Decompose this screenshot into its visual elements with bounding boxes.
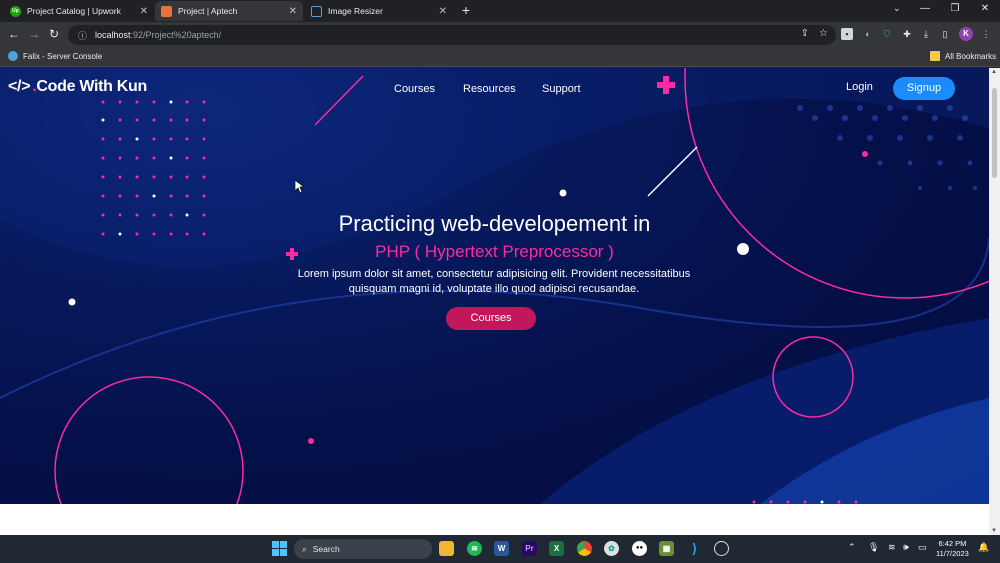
hero-paragraph: Lorem ipsum dolor sit amet, consectetur … xyxy=(297,268,691,295)
site-logo[interactable]: </> . Code With Kun xyxy=(8,78,147,96)
search-icon: ⌕ xyxy=(302,543,307,554)
tab-image-resizer[interactable]: Image Resizer ✕ xyxy=(305,1,453,21)
chatgpt-icon[interactable]: ✿ xyxy=(604,541,619,556)
resizer-icon xyxy=(311,5,322,17)
nav-link-support[interactable]: Support xyxy=(542,83,581,95)
share-icon[interactable]: ⇪ xyxy=(801,28,809,39)
close-icon[interactable]: ✕ xyxy=(289,6,297,17)
microphone-icon[interactable]: 🎙 xyxy=(868,542,879,553)
bookmark-star-icon[interactable]: ☆ xyxy=(819,28,828,39)
shield-icon[interactable]: ⛉ xyxy=(881,28,893,40)
nav-courses[interactable]: Courses xyxy=(394,83,435,95)
reload-icon[interactable]: ↻ xyxy=(46,26,62,42)
scrollbar-thumb[interactable] xyxy=(992,88,997,178)
show-hidden-icons[interactable]: ⌃ xyxy=(848,542,856,553)
vertical-scrollbar[interactable]: ▲ ▼ xyxy=(989,68,1000,535)
profile-avatar[interactable]: K xyxy=(959,27,973,41)
wifi-icon[interactable]: ≋ xyxy=(888,542,896,553)
tab-label: Project Catalog | Upwork xyxy=(27,6,121,16)
forward-icon[interactable]: → xyxy=(26,26,42,42)
page-lower-section xyxy=(0,504,989,535)
tab-strip: Up Project Catalog | Upwork ✕ Project | … xyxy=(0,0,1000,22)
audio-icon[interactable]: ◖ xyxy=(861,28,873,40)
taskbar-clock[interactable]: 6:42 PM 11/7/2023 xyxy=(936,539,969,559)
tab-label: Image Resizer xyxy=(328,6,383,16)
courses-cta-button[interactable]: Courses xyxy=(446,307,536,330)
all-bookmarks-label: All Bookmarks xyxy=(945,51,997,61)
tab-search-icon[interactable]: ⌄ xyxy=(893,3,901,14)
site-info-icon[interactable]: ⓘ xyxy=(78,29,87,42)
notification-icon[interactable]: 🔔 xyxy=(978,542,989,553)
bookmark-label: Falix - Server Console xyxy=(23,51,103,61)
window-close-icon[interactable]: ✕ xyxy=(970,0,1000,20)
scroll-down-icon[interactable]: ▼ xyxy=(991,528,997,534)
hero-title: Practicing web-developement in xyxy=(338,211,651,236)
folder-icon xyxy=(930,51,940,61)
close-icon[interactable]: ✕ xyxy=(140,6,148,17)
windows-start-icon[interactable] xyxy=(272,541,287,556)
url-path: :92/Project%20aptech/ xyxy=(130,30,222,40)
taskbar-search-label: Search xyxy=(312,544,340,554)
chrome-icon[interactable] xyxy=(577,541,592,556)
hero-subtitle: PHP ( Hypertext Preprocessor ) xyxy=(375,242,614,261)
url-host: localhost xyxy=(95,30,131,40)
menu-icon[interactable]: ⋮ xyxy=(980,28,992,40)
scroll-up-icon[interactable]: ▲ xyxy=(991,69,997,75)
url-text[interactable]: localhost:92/Project%20aptech/ xyxy=(95,30,221,40)
word-icon[interactable]: W xyxy=(494,541,509,556)
signup-button[interactable]: Signup xyxy=(893,77,955,100)
page-viewport: </> . Code With Kun Courses Resources Su… xyxy=(0,68,989,535)
minimize-icon[interactable]: — xyxy=(910,0,940,20)
clock-date: 11/7/2023 xyxy=(936,549,969,558)
cursor-icon xyxy=(295,180,305,194)
nav-link-resources[interactable]: Resources xyxy=(463,83,516,95)
windows-taskbar: ⌕ Search ≋ W Pr X ✿ ●● ▦ ⟩ ⌃ 🎙 ≋ 🕪 ▭ 6:4… xyxy=(0,535,1000,563)
browser-toolbar: ← → ↻ ⓘ localhost:92/Project%20aptech/ ⇪… xyxy=(0,22,1000,47)
download-icon[interactable]: ⤓ xyxy=(920,28,932,40)
logo-text: Code With Kun xyxy=(36,78,147,95)
restore-icon[interactable]: ❐ xyxy=(940,0,970,20)
extension-icon[interactable]: ▪ xyxy=(841,28,853,40)
hero-section: </> . Code With Kun Courses Resources Su… xyxy=(0,68,989,504)
app-icon[interactable]: ●● xyxy=(632,541,647,556)
excel-icon[interactable]: X xyxy=(549,541,564,556)
nav-link-courses[interactable]: Courses xyxy=(394,83,435,95)
bookmark-falix[interactable]: Falix - Server Console xyxy=(8,51,102,61)
tab-label: Project | Aptech xyxy=(178,6,238,16)
bookmarks-bar: Falix - Server Console All Bookmarks xyxy=(0,47,1000,67)
sidebar-icon[interactable]: ▯ xyxy=(939,28,951,40)
project-icon xyxy=(161,5,172,17)
vscode-icon[interactable]: ⟩ xyxy=(687,541,702,556)
back-icon[interactable]: ← xyxy=(6,26,22,42)
premiere-icon[interactable]: Pr xyxy=(522,541,537,556)
battery-icon[interactable]: ▭ xyxy=(918,542,927,553)
puzzle-icon[interactable]: ✚ xyxy=(901,28,913,40)
tab-aptech[interactable]: Project | Aptech ✕ xyxy=(155,1,303,21)
spotify-icon[interactable]: ≋ xyxy=(467,541,482,556)
nav-resources[interactable]: Resources xyxy=(463,83,516,95)
login-link[interactable]: Login xyxy=(846,81,873,93)
new-tab-button[interactable]: + xyxy=(458,3,474,19)
file-explorer-icon[interactable] xyxy=(439,541,454,556)
falix-icon xyxy=(8,51,18,61)
all-bookmarks[interactable]: All Bookmarks xyxy=(930,51,996,61)
code-icon: </> xyxy=(8,78,31,95)
address-bar[interactable]: ⓘ localhost:92/Project%20aptech/ ⇪ ☆ xyxy=(68,25,836,45)
upwork-icon: Up xyxy=(10,5,21,17)
minecraft-icon[interactable]: ▦ xyxy=(659,541,674,556)
taskbar-search[interactable]: ⌕ Search xyxy=(294,539,432,559)
nav-support[interactable]: Support xyxy=(542,83,581,95)
tab-upwork[interactable]: Up Project Catalog | Upwork ✕ xyxy=(4,1,154,21)
volume-icon[interactable]: 🕪 xyxy=(903,542,909,553)
window-controls: — ❐ ✕ xyxy=(910,0,1000,20)
clock-time: 6:42 PM xyxy=(938,539,967,548)
close-icon[interactable]: ✕ xyxy=(439,6,447,17)
github-icon[interactable] xyxy=(714,541,729,556)
